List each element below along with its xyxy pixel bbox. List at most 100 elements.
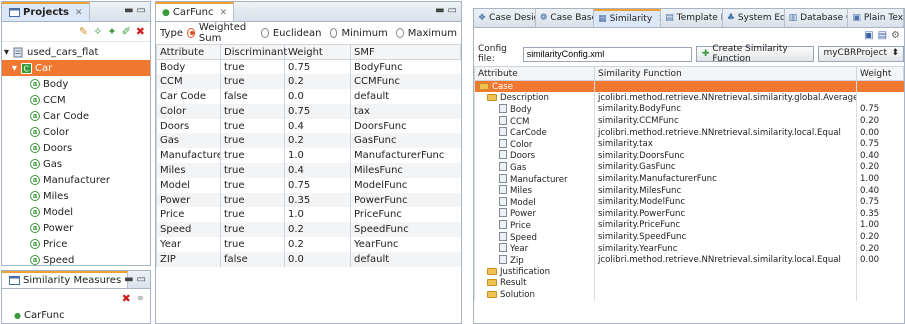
column-header[interactable]: Weight bbox=[284, 44, 351, 60]
column-header[interactable]: Similarity Function bbox=[594, 66, 857, 81]
delete-icon[interactable]: ✖ bbox=[122, 293, 131, 304]
similarity-function-cell[interactable]: similarity.BodyFunc bbox=[594, 103, 857, 116]
minimize-icon[interactable]: ▬ bbox=[435, 5, 444, 16]
similarity-function-cell[interactable]: similarity.ModelFunc bbox=[594, 196, 857, 209]
table-row[interactable]: Manufacturer similarity.ManufacturerFunc 1… bbox=[474, 173, 904, 185]
weight-cell[interactable]: 0.00 bbox=[856, 254, 904, 266]
attribute-cell[interactable]: CarCode bbox=[474, 126, 595, 139]
attribute-cell[interactable]: Gas bbox=[474, 161, 595, 174]
table-cell[interactable]: SpeedFunc bbox=[350, 222, 461, 238]
weight-cell[interactable]: 1.00 bbox=[856, 173, 904, 185]
table-cell[interactable]: Doors bbox=[156, 118, 221, 134]
tree-project[interactable]: ▾ used_cars_flat bbox=[2, 44, 150, 60]
attribute-cell[interactable]: Doors bbox=[474, 150, 595, 162]
table-cell[interactable]: Color bbox=[156, 103, 221, 119]
tree-attribute[interactable]: a Body bbox=[2, 76, 150, 92]
table-row[interactable]: Year similarity.YearFunc 0.20 bbox=[474, 242, 904, 255]
table-cell[interactable]: 0.2 bbox=[284, 237, 351, 252]
table-cell[interactable]: true bbox=[220, 237, 285, 252]
tab-editor[interactable]: ▦Similarity✕ bbox=[594, 9, 662, 27]
new-case-icon[interactable]: ✦ bbox=[107, 26, 116, 37]
tree-attribute[interactable]: a Color bbox=[2, 124, 150, 140]
table-cell[interactable]: Car Code bbox=[156, 89, 221, 104]
similarity-function-cell[interactable]: similarity.PowerFunc bbox=[594, 208, 857, 220]
table-cell[interactable]: CCM bbox=[156, 74, 221, 90]
table-row[interactable]: Miles true 0.4 MilesFunc bbox=[156, 163, 461, 178]
tab-carfunc[interactable]: ● CarFunc ✕ bbox=[156, 2, 235, 21]
table-row[interactable]: ZIP false 0.0 default bbox=[156, 251, 461, 267]
link-icon[interactable]: ⚭ bbox=[136, 293, 145, 304]
similarity-function-cell[interactable] bbox=[594, 80, 857, 93]
attribute-cell[interactable]: Body bbox=[474, 103, 595, 116]
tree-attribute[interactable]: a Model bbox=[2, 204, 150, 220]
weight-cell[interactable]: 0.40 bbox=[856, 184, 904, 197]
settings-icon[interactable]: ⚙ bbox=[891, 30, 900, 41]
table-cell[interactable]: Miles bbox=[156, 163, 221, 178]
table-cell[interactable]: 0.4 bbox=[284, 163, 351, 178]
tree-attribute[interactable]: a Car Code bbox=[2, 108, 150, 124]
table-cell[interactable]: Manufacturer bbox=[156, 148, 221, 164]
table-cell[interactable]: true bbox=[220, 192, 285, 208]
table-row[interactable]: Model true 0.75 ModelFunc bbox=[156, 177, 461, 193]
table-cell[interactable]: true bbox=[220, 74, 285, 90]
table-row[interactable]: Model similarity.ModelFunc 0.75 bbox=[474, 196, 904, 209]
table-cell[interactable]: false bbox=[220, 89, 285, 104]
table-cell[interactable]: ModelFunc bbox=[350, 177, 461, 193]
weight-cell[interactable]: 0.20 bbox=[856, 242, 904, 255]
tab-projects[interactable]: Projects ✕ bbox=[2, 2, 90, 21]
tab-editor[interactable]: ▥ Database C bbox=[785, 9, 849, 27]
minimize-icon[interactable]: ▬ bbox=[124, 274, 133, 285]
maximize-icon[interactable]: ▭ bbox=[137, 274, 146, 285]
weight-cell[interactable]: 0.00 bbox=[856, 126, 904, 139]
table-cell[interactable]: MilesFunc bbox=[350, 163, 461, 178]
column-header[interactable]: Attribute bbox=[156, 44, 221, 60]
table-row[interactable]: CarCode jcolibri.method.retrieve.NNretrie… bbox=[474, 126, 904, 139]
table-cell[interactable]: 1.0 bbox=[284, 207, 351, 223]
attribute-cell[interactable]: Description bbox=[474, 92, 595, 104]
table-row[interactable]: CCM similarity.CCMFunc 0.20 bbox=[474, 115, 904, 127]
project-combo[interactable]: myCBRProject ⬍ bbox=[818, 46, 904, 62]
tree-attribute[interactable]: a Gas bbox=[2, 156, 150, 172]
table-row[interactable]: Power true 0.35 PowerFunc bbox=[156, 192, 461, 208]
table-row[interactable]: Color similarity.tax 0.75 bbox=[474, 138, 904, 151]
similarity-function-cell[interactable]: jcolibri.method.retrieve.NNretrieval.sim… bbox=[594, 126, 857, 139]
column-header[interactable]: Discriminant bbox=[220, 44, 287, 60]
tree-attribute[interactable]: a Doors bbox=[2, 140, 150, 156]
column-header[interactable]: Weight bbox=[856, 66, 904, 81]
attribute-cell[interactable]: CCM bbox=[474, 115, 595, 127]
minimize-icon[interactable]: ▬ bbox=[124, 5, 133, 16]
table-cell[interactable]: BodyFunc bbox=[350, 59, 461, 75]
table-row[interactable]: Gas true 0.2 GasFunc bbox=[156, 133, 461, 149]
edit-icon[interactable]: ✐ bbox=[122, 26, 131, 37]
type-radio[interactable] bbox=[260, 28, 269, 38]
table-cell[interactable]: default bbox=[350, 251, 461, 267]
new-attribute-icon[interactable]: ✧ bbox=[93, 26, 102, 37]
table-cell[interactable]: 0.75 bbox=[284, 177, 351, 193]
table-cell[interactable]: Model bbox=[156, 177, 221, 193]
maximize-icon[interactable]: ▭ bbox=[448, 5, 457, 16]
similarity-function-cell[interactable]: jcolibri.method.retrieve.NNretrieval.sim… bbox=[594, 92, 857, 104]
weight-cell[interactable]: 0.75 bbox=[856, 196, 904, 209]
table-row[interactable]: Power similarity.PowerFunc 0.35 bbox=[474, 208, 904, 220]
table-row[interactable]: CCM true 0.2 CCMFunc bbox=[156, 74, 461, 90]
attribute-cell[interactable]: Power bbox=[474, 208, 595, 220]
type-radio[interactable] bbox=[395, 28, 404, 38]
table-row[interactable]: Car Code false 0.0 default bbox=[156, 89, 461, 104]
table-row[interactable]: Description jcolibri.method.retrieve.NNre… bbox=[474, 92, 904, 104]
table-cell[interactable]: Power bbox=[156, 192, 221, 208]
tab-editor[interactable]: ▣ Plain Text bbox=[848, 9, 904, 27]
attribute-cell[interactable]: Justification bbox=[474, 266, 595, 278]
table-row[interactable]: Price true 1.0 PriceFunc bbox=[156, 207, 461, 223]
attribute-cell[interactable]: Speed bbox=[474, 231, 595, 243]
weight-cell[interactable] bbox=[856, 92, 904, 104]
attribute-cell[interactable]: Price bbox=[474, 219, 595, 232]
tab-editor[interactable]: ▤ Template E bbox=[661, 9, 723, 27]
similarity-function-cell[interactable] bbox=[594, 266, 857, 278]
weight-cell[interactable]: 0.20 bbox=[856, 161, 904, 174]
tree-attribute[interactable]: a Price bbox=[2, 236, 150, 252]
weight-cell[interactable]: 0.75 bbox=[856, 103, 904, 116]
table-row[interactable]: Body true 0.75 BodyFunc bbox=[156, 59, 461, 75]
table-cell[interactable]: 0.75 bbox=[284, 59, 351, 75]
similarity-function-cell[interactable]: similarity.SpeedFunc bbox=[594, 231, 857, 243]
table-cell[interactable]: true bbox=[220, 177, 285, 193]
